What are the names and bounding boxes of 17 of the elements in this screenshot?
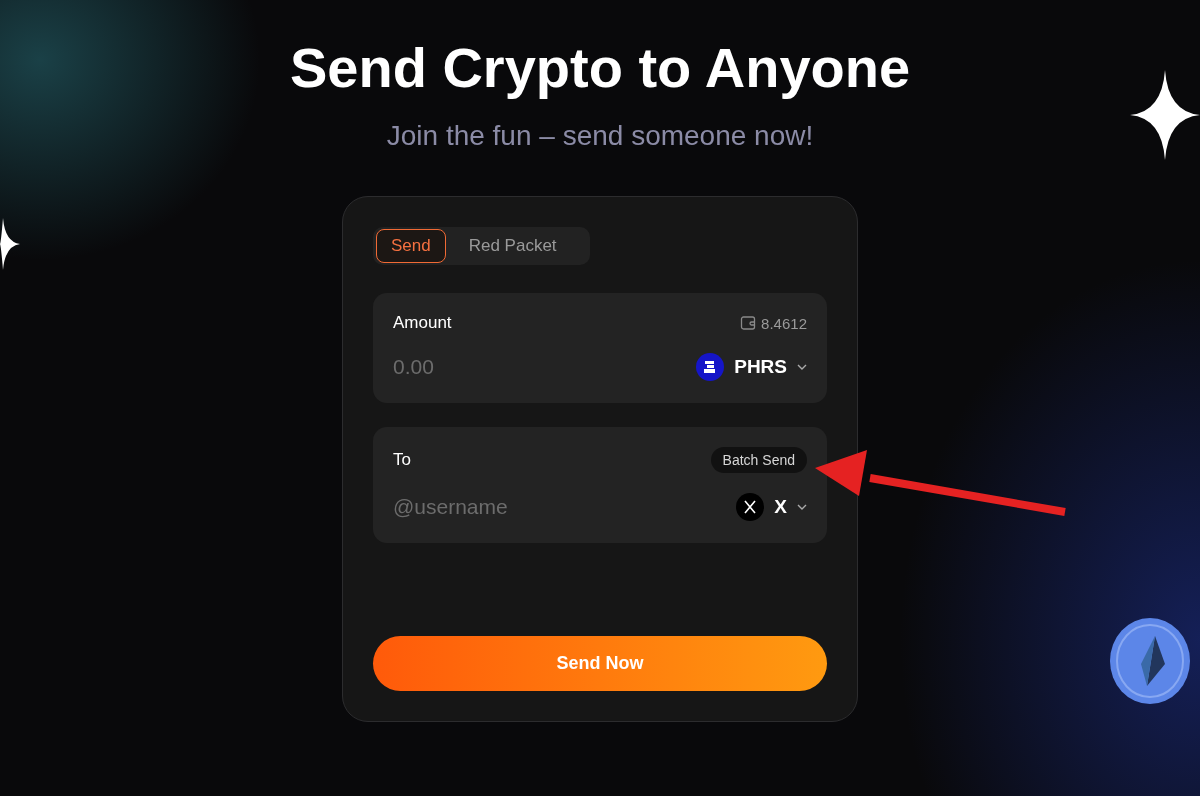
platform-select[interactable]: X: [736, 493, 807, 521]
batch-send-button[interactable]: Batch Send: [710, 447, 807, 473]
chevron-down-icon: [797, 364, 807, 370]
username-input[interactable]: @username: [393, 495, 613, 519]
recipient-label: To: [393, 450, 411, 470]
amount-label: Amount: [393, 313, 452, 333]
tab[interactable]: Send: [376, 229, 446, 263]
amount-input[interactable]: 0.00: [393, 355, 613, 379]
token-logo-icon: [696, 353, 725, 381]
page-subtitle: Join the fun – send someone now!: [386, 119, 814, 153]
chevron-down-icon: [797, 504, 807, 510]
page-title: Send Crypto to Anyone: [289, 35, 911, 101]
balance-text: 8.4612: [761, 314, 807, 332]
token-select[interactable]: PHRS: [696, 353, 807, 381]
wallet-icon: [740, 315, 757, 331]
x-logo-icon: [736, 493, 765, 521]
tab[interactable]: Red Packet: [453, 229, 572, 263]
